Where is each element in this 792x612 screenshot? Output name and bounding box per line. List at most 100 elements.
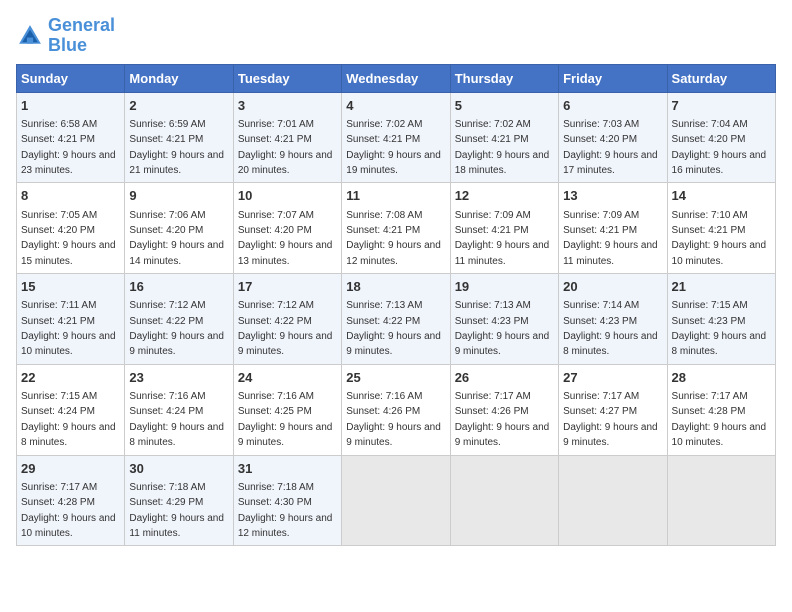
calendar-day-empty — [559, 455, 667, 546]
calendar-day-empty — [342, 455, 450, 546]
day-sunset: Sunset: 4:21 PM — [455, 225, 529, 236]
day-daylight: Daylight: 9 hours and 11 minutes. — [129, 513, 224, 539]
calendar-week-row: 22 Sunrise: 7:15 AM Sunset: 4:24 PM Dayl… — [17, 364, 776, 455]
calendar-day-15: 15 Sunrise: 7:11 AM Sunset: 4:21 PM Dayl… — [17, 274, 125, 365]
calendar-week-row: 8 Sunrise: 7:05 AM Sunset: 4:20 PM Dayli… — [17, 183, 776, 274]
day-daylight: Daylight: 9 hours and 8 minutes. — [563, 331, 658, 357]
day-sunrise: Sunrise: 7:16 AM — [346, 391, 422, 402]
day-daylight: Daylight: 9 hours and 9 minutes. — [129, 331, 224, 357]
day-number: 30 — [129, 460, 228, 478]
day-sunset: Sunset: 4:21 PM — [563, 225, 637, 236]
day-daylight: Daylight: 9 hours and 8 minutes. — [21, 422, 116, 448]
day-sunrise: Sunrise: 7:02 AM — [346, 119, 422, 130]
day-number: 14 — [672, 187, 771, 205]
day-sunrise: Sunrise: 7:09 AM — [563, 210, 639, 221]
day-sunset: Sunset: 4:20 PM — [563, 134, 637, 145]
day-number: 9 — [129, 187, 228, 205]
day-sunset: Sunset: 4:20 PM — [21, 225, 95, 236]
calendar-day-18: 18 Sunrise: 7:13 AM Sunset: 4:22 PM Dayl… — [342, 274, 450, 365]
logo-text-line1: General — [48, 16, 115, 36]
day-sunrise: Sunrise: 7:01 AM — [238, 119, 314, 130]
logo: General Blue — [16, 16, 115, 56]
day-sunset: Sunset: 4:20 PM — [672, 134, 746, 145]
day-sunrise: Sunrise: 7:16 AM — [129, 391, 205, 402]
day-sunrise: Sunrise: 6:58 AM — [21, 119, 97, 130]
day-sunrise: Sunrise: 7:02 AM — [455, 119, 531, 130]
day-daylight: Daylight: 9 hours and 9 minutes. — [455, 422, 550, 448]
day-daylight: Daylight: 9 hours and 9 minutes. — [238, 422, 333, 448]
calendar-header-row: SundayMondayTuesdayWednesdayThursdayFrid… — [17, 64, 776, 92]
header-thursday: Thursday — [450, 64, 558, 92]
day-daylight: Daylight: 9 hours and 21 minutes. — [129, 150, 224, 176]
day-sunrise: Sunrise: 7:12 AM — [129, 300, 205, 311]
day-daylight: Daylight: 9 hours and 10 minutes. — [672, 422, 767, 448]
day-number: 17 — [238, 278, 337, 296]
day-number: 16 — [129, 278, 228, 296]
day-sunset: Sunset: 4:21 PM — [129, 134, 203, 145]
day-number: 12 — [455, 187, 554, 205]
day-daylight: Daylight: 9 hours and 8 minutes. — [672, 331, 767, 357]
calendar-day-14: 14 Sunrise: 7:10 AM Sunset: 4:21 PM Dayl… — [667, 183, 775, 274]
logo-icon — [16, 22, 44, 50]
calendar-day-9: 9 Sunrise: 7:06 AM Sunset: 4:20 PM Dayli… — [125, 183, 233, 274]
day-number: 13 — [563, 187, 662, 205]
calendar-day-19: 19 Sunrise: 7:13 AM Sunset: 4:23 PM Dayl… — [450, 274, 558, 365]
calendar-day-10: 10 Sunrise: 7:07 AM Sunset: 4:20 PM Dayl… — [233, 183, 341, 274]
day-sunset: Sunset: 4:21 PM — [21, 316, 95, 327]
day-number: 24 — [238, 369, 337, 387]
day-number: 5 — [455, 97, 554, 115]
day-sunrise: Sunrise: 7:14 AM — [563, 300, 639, 311]
day-number: 22 — [21, 369, 120, 387]
calendar-day-29: 29 Sunrise: 7:17 AM Sunset: 4:28 PM Dayl… — [17, 455, 125, 546]
day-number: 23 — [129, 369, 228, 387]
day-number: 8 — [21, 187, 120, 205]
day-sunset: Sunset: 4:28 PM — [21, 497, 95, 508]
day-daylight: Daylight: 9 hours and 10 minutes. — [21, 513, 116, 539]
day-number: 28 — [672, 369, 771, 387]
day-sunrise: Sunrise: 7:09 AM — [455, 210, 531, 221]
day-sunset: Sunset: 4:24 PM — [21, 406, 95, 417]
day-daylight: Daylight: 9 hours and 10 minutes. — [672, 240, 767, 266]
calendar-day-25: 25 Sunrise: 7:16 AM Sunset: 4:26 PM Dayl… — [342, 364, 450, 455]
day-sunrise: Sunrise: 7:17 AM — [455, 391, 531, 402]
day-daylight: Daylight: 9 hours and 13 minutes. — [238, 240, 333, 266]
header-tuesday: Tuesday — [233, 64, 341, 92]
day-number: 19 — [455, 278, 554, 296]
day-number: 1 — [21, 97, 120, 115]
day-sunset: Sunset: 4:28 PM — [672, 406, 746, 417]
day-sunset: Sunset: 4:27 PM — [563, 406, 637, 417]
day-sunrise: Sunrise: 7:18 AM — [238, 482, 314, 493]
day-sunset: Sunset: 4:25 PM — [238, 406, 312, 417]
day-sunrise: Sunrise: 7:05 AM — [21, 210, 97, 221]
day-number: 21 — [672, 278, 771, 296]
header-wednesday: Wednesday — [342, 64, 450, 92]
day-number: 3 — [238, 97, 337, 115]
day-daylight: Daylight: 9 hours and 12 minutes. — [238, 513, 333, 539]
calendar-day-6: 6 Sunrise: 7:03 AM Sunset: 4:20 PM Dayli… — [559, 92, 667, 183]
calendar-day-31: 31 Sunrise: 7:18 AM Sunset: 4:30 PM Dayl… — [233, 455, 341, 546]
calendar-day-16: 16 Sunrise: 7:12 AM Sunset: 4:22 PM Dayl… — [125, 274, 233, 365]
calendar-day-30: 30 Sunrise: 7:18 AM Sunset: 4:29 PM Dayl… — [125, 455, 233, 546]
day-daylight: Daylight: 9 hours and 17 minutes. — [563, 150, 658, 176]
calendar-day-2: 2 Sunrise: 6:59 AM Sunset: 4:21 PM Dayli… — [125, 92, 233, 183]
day-daylight: Daylight: 9 hours and 11 minutes. — [563, 240, 658, 266]
day-number: 4 — [346, 97, 445, 115]
day-sunrise: Sunrise: 7:17 AM — [563, 391, 639, 402]
day-daylight: Daylight: 9 hours and 8 minutes. — [129, 422, 224, 448]
day-sunrise: Sunrise: 7:13 AM — [455, 300, 531, 311]
day-sunset: Sunset: 4:23 PM — [672, 316, 746, 327]
calendar-day-26: 26 Sunrise: 7:17 AM Sunset: 4:26 PM Dayl… — [450, 364, 558, 455]
calendar-day-17: 17 Sunrise: 7:12 AM Sunset: 4:22 PM Dayl… — [233, 274, 341, 365]
day-sunset: Sunset: 4:21 PM — [455, 134, 529, 145]
calendar-table: SundayMondayTuesdayWednesdayThursdayFrid… — [16, 64, 776, 547]
calendar-day-empty — [450, 455, 558, 546]
day-sunset: Sunset: 4:22 PM — [238, 316, 312, 327]
day-sunrise: Sunrise: 7:18 AM — [129, 482, 205, 493]
day-sunrise: Sunrise: 7:03 AM — [563, 119, 639, 130]
day-sunset: Sunset: 4:21 PM — [21, 134, 95, 145]
calendar-day-13: 13 Sunrise: 7:09 AM Sunset: 4:21 PM Dayl… — [559, 183, 667, 274]
day-number: 27 — [563, 369, 662, 387]
day-sunset: Sunset: 4:21 PM — [672, 225, 746, 236]
day-sunset: Sunset: 4:20 PM — [238, 225, 312, 236]
calendar-day-empty — [667, 455, 775, 546]
